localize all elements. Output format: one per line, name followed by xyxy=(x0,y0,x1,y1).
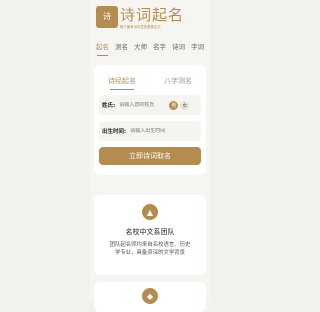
nav-item-naming[interactable]: 起名 xyxy=(96,42,109,56)
school-icon: ▲ xyxy=(142,204,158,220)
nav-item-poetry[interactable]: 诗词 xyxy=(172,42,185,54)
naming-form-card: 诗经起名 八字测名 姓氏: 男 女 出生时间: 立即诗词取名 xyxy=(94,65,206,175)
surname-row: 姓氏: 男 女 xyxy=(99,95,201,115)
birth-row: 出生时间: xyxy=(99,121,201,141)
nav-item-test-name[interactable]: 测名 xyxy=(115,42,128,54)
gender-male-button[interactable]: 男 xyxy=(169,100,179,110)
surname-input[interactable] xyxy=(119,102,168,108)
feature-card: ▲ 名校中文系团队 团队起名师均来自名校语言、历史学专业，具备资深的文学背景 xyxy=(94,195,206,275)
tab-poetry-naming[interactable]: 诗经起名 xyxy=(108,76,136,90)
page: 诗 诗词起名 取个最有诗句意的美美名字 起名 测名 大师 名字 诗词 字词 诗经… xyxy=(90,0,210,312)
nav-item-characters[interactable]: 字词 xyxy=(191,42,204,54)
feature-description: 团队起名师均来自名校语言、历史学专业，具备资深的文学背景 xyxy=(109,242,191,256)
header: 诗 诗词起名 取个最有诗句意的美美名字 xyxy=(90,0,210,38)
feature-title: 名校中文系团队 xyxy=(125,228,175,236)
form-tabs: 诗经起名 八字测名 xyxy=(94,65,206,90)
submit-button[interactable]: 立即诗词取名 xyxy=(99,147,201,165)
birth-label: 出生时间: xyxy=(102,129,127,135)
feature-card-2: ◆ xyxy=(94,282,206,312)
surname-label: 姓氏: xyxy=(102,103,116,109)
app-subtitle: 取个最有诗句意的美美名字 xyxy=(120,25,161,29)
nav-item-master[interactable]: 大师 xyxy=(134,42,147,54)
badge-icon: ◆ xyxy=(142,288,158,304)
top-nav: 起名 测名 大师 名字 诗词 字词 xyxy=(90,42,210,56)
logo-seal: 诗 xyxy=(96,6,118,28)
nav-item-names[interactable]: 名字 xyxy=(153,42,166,54)
tab-bazi-test[interactable]: 八字测名 xyxy=(164,76,192,86)
app-title: 诗词起名 xyxy=(120,6,185,24)
gender-female-button[interactable]: 女 xyxy=(180,100,190,110)
birth-input[interactable] xyxy=(130,128,179,134)
